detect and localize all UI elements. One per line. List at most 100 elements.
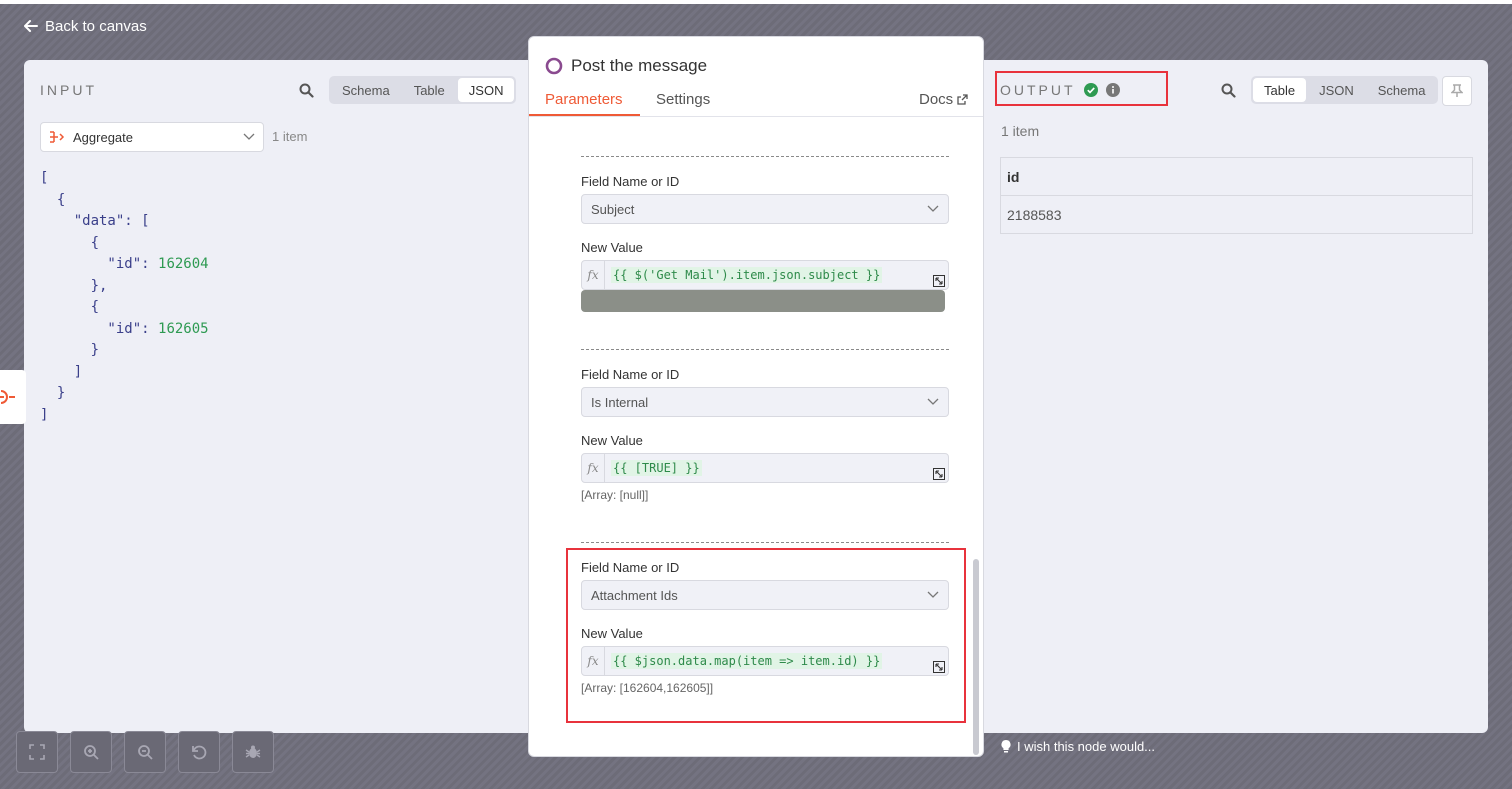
expression-input[interactable]: fx {{ $('Get Mail').item.json.subject }} [581,260,949,290]
zoom-out-button[interactable] [124,731,166,773]
node-title: Post the message [545,56,707,76]
json-line: [ [40,170,49,186]
chevron-down-icon [927,205,939,212]
json-line: } [40,385,66,401]
arrow-left-icon [24,20,38,32]
top-edge [0,0,1512,4]
expression-code: {{ [TRUE] }} [611,460,702,476]
expression-result-hint: [Array: [162604,162605]] [581,681,714,695]
pin-icon [1451,84,1463,97]
input-tab-schema[interactable]: Schema [331,78,401,102]
docs-link[interactable]: Docs [919,91,968,108]
parameter-tabs: Parameters Settings Docs [529,89,983,117]
node-title-text[interactable]: Post the message [571,56,707,76]
node-connector-icon [0,390,15,404]
search-icon [299,83,314,98]
json-line: ] [40,363,83,380]
zoom-in-button[interactable] [70,731,112,773]
chevron-down-icon [927,591,939,598]
output-tab-schema[interactable]: Schema [1367,78,1437,102]
output-search-button[interactable] [1217,79,1239,101]
expand-editor-icon[interactable] [933,661,945,673]
new-value-label: New Value [581,433,643,448]
json-key: "id": [40,320,159,337]
expression-code: {{ $('Get Mail').item.json.subject }} [611,267,883,283]
new-value-label: New Value [581,240,643,255]
field-divider [581,156,949,157]
field-name-label: Field Name or ID [581,560,680,575]
fit-view-button[interactable] [16,731,58,773]
json-line: }, [40,277,108,294]
back-to-canvas-link[interactable]: Back to canvas [24,15,147,37]
output-view-switcher: Table JSON Schema [1251,76,1439,104]
input-search-button[interactable] [295,79,317,101]
table-cell[interactable]: 2188583 [1000,195,1473,234]
table-row: 2188583 [1000,195,1473,234]
external-link-icon [957,94,968,105]
new-value-label: New Value [581,626,643,641]
input-node-select[interactable]: Aggregate [40,122,264,152]
success-check-icon [1083,83,1098,97]
debug-button[interactable] [232,731,274,773]
input-json-view: [ { "data": [ { "id": 162604 }, { "id": … [40,168,209,426]
chevron-down-icon [243,133,255,140]
field-name-value: Is Internal [591,394,649,410]
json-line: { [40,191,66,208]
expand-editor-icon[interactable] [933,275,945,287]
field-name-select[interactable]: Subject [581,194,949,224]
field-name-value: Subject [591,201,635,217]
input-tab-table[interactable]: Table [403,78,456,102]
json-line: { [40,299,100,315]
lightbulb-icon [1001,740,1011,753]
table-header-row: id [1000,157,1473,196]
undo-icon [192,745,207,760]
field-name-label: Field Name or ID [581,367,680,382]
back-to-canvas-label: Back to canvas [45,17,147,35]
parameters-scrollbar[interactable] [973,559,979,755]
pin-data-button[interactable] [1442,76,1472,106]
info-icon[interactable] [1105,83,1120,97]
json-line: "id": 162604 [40,254,209,276]
field-name-value: Attachment Ids [591,587,678,603]
fx-icon: fx [582,647,605,675]
output-tab-json[interactable]: JSON [1308,78,1365,102]
field-name-label: Field Name or ID [581,174,680,189]
input-item-count: 1 item [272,129,308,144]
field-divider [581,542,949,543]
expand-editor-icon[interactable] [933,468,945,480]
input-panel-title: INPUT [40,82,97,98]
field-name-select[interactable]: Is Internal [581,387,949,417]
input-node-select-value: Aggregate [73,129,133,145]
expression-result-hint: [Array: [null]] [581,488,649,502]
output-tab-table[interactable]: Table [1253,78,1307,102]
expression-input[interactable]: fx {{ $json.data.map(item => item.id) }} [581,646,949,676]
node-status-ring-icon [545,57,563,75]
json-line: "id": 162605 [40,319,208,341]
active-tab-underline [529,114,640,116]
tab-settings[interactable]: Settings [656,91,710,108]
aggregate-node-icon [50,131,65,143]
expression-input[interactable]: fx {{ [TRUE] }} [581,453,949,483]
search-icon [1221,83,1236,98]
feedback-label: I wish this node would... [1017,739,1156,754]
field-name-select[interactable]: Attachment Ids [581,580,949,610]
docs-label: Docs [919,91,954,108]
table-header-id: id [1000,157,1473,196]
json-line: ] [40,406,49,423]
fx-icon: fx [582,261,605,289]
json-line: "data": [ [40,213,150,229]
json-number: 162604 [158,256,209,272]
tab-parameters[interactable]: Parameters [545,91,623,108]
zoom-in-icon [84,745,99,760]
zoom-out-icon [138,745,153,760]
input-tab-json[interactable]: JSON [457,78,515,102]
feedback-link[interactable]: I wish this node would... [1001,739,1155,754]
output-item-count: 1 item [1001,123,1040,139]
output-header: OUTPUT [1000,82,1120,98]
node-parameters-panel: Post the message Parameters Settings Doc… [528,36,984,757]
output-table: id 2188583 [1000,157,1473,234]
input-view-switcher: Schema Table JSON [329,76,517,104]
fit-view-icon [29,744,45,760]
reset-zoom-button[interactable] [178,731,220,773]
input-connector-handle[interactable] [0,370,26,424]
